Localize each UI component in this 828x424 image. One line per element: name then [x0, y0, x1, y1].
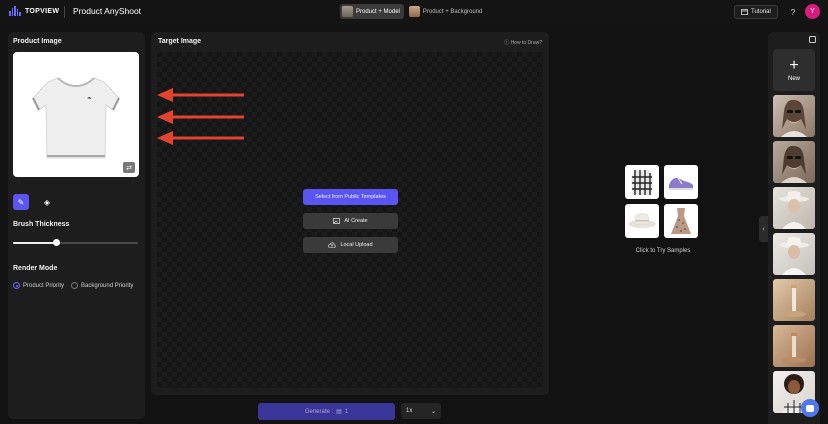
sneaker-thumbnail	[669, 177, 693, 190]
annotation-arrow-icon	[157, 110, 244, 124]
new-label: New	[787, 76, 800, 82]
info-icon: ⓘ	[504, 40, 510, 46]
tshirt-image	[32, 77, 120, 159]
collapse-sidebar-button[interactable]: ‹	[759, 216, 768, 242]
eraser-tool-button[interactable]: ◈	[39, 194, 55, 210]
history-thumbnail[interactable]	[773, 187, 815, 229]
chevron-down-icon: ⌄	[430, 408, 436, 415]
history-thumbnail[interactable]	[773, 233, 815, 275]
radio-product-priority-label: Product Priority	[23, 282, 65, 289]
select-checkbox-icon[interactable]	[809, 36, 816, 43]
sample-plaid-shirt[interactable]	[625, 165, 659, 199]
swap-image-button[interactable]: ⇄	[123, 162, 135, 173]
eraser-icon: ◈	[43, 197, 51, 207]
samples-section: Click to Try Samples	[625, 165, 698, 254]
plus-icon: +	[789, 57, 799, 74]
model-hat-image	[779, 237, 809, 275]
radio-background-priority[interactable]: Background Priority	[71, 282, 133, 289]
avatar[interactable]: Y	[805, 4, 820, 19]
tab-product-model-label: Product + Model	[356, 8, 400, 15]
product-image[interactable]: ⇄	[13, 52, 139, 177]
logo-bars-icon	[9, 6, 21, 16]
model-sunglasses-image	[781, 99, 807, 137]
history-thumbnail[interactable]	[773, 325, 815, 367]
brush-icon: ✎	[17, 197, 25, 207]
chevron-left-icon: ‹	[762, 225, 765, 233]
quantity-value: 1x	[406, 408, 413, 414]
app-title: Product AnyShoot	[73, 6, 142, 16]
history-thumbnail[interactable]	[773, 141, 815, 183]
radio-selected-icon	[13, 282, 20, 289]
model-thumbnail	[342, 6, 353, 17]
dress-thumbnail	[671, 208, 691, 234]
cloud-upload-icon	[328, 242, 337, 248]
slider-fill	[13, 242, 57, 244]
select-templates-label: Select from Public Templates	[315, 194, 386, 200]
top-bar: TOPVIEW Product AnyShoot Product + Model…	[0, 0, 828, 24]
image-sparkle-icon	[333, 218, 341, 224]
topview-logo[interactable]: TOPVIEW	[9, 6, 59, 16]
model-hat-image	[779, 191, 809, 229]
quantity-select[interactable]: 1x ⌄	[401, 403, 441, 419]
generate-label: Generate :	[304, 408, 334, 415]
hat-thumbnail	[628, 213, 656, 228]
chat-support-button[interactable]	[801, 399, 819, 417]
tutorial-button[interactable]: Tutorial	[734, 5, 778, 19]
tab-product-background-label: Product + Background	[422, 8, 483, 15]
product-bottle-image	[782, 285, 806, 317]
swap-icon: ⇄	[126, 164, 132, 172]
product-bottle-image	[782, 333, 806, 363]
radio-unselected-icon	[71, 282, 79, 289]
history-thumbnail[interactable]	[773, 279, 815, 321]
tutorial-label: Tutorial	[751, 9, 771, 15]
slider-handle[interactable]	[53, 239, 61, 246]
generate-cost: 1	[344, 408, 349, 415]
annotation-arrow-icon	[157, 88, 244, 102]
help-button[interactable]: ?	[786, 5, 800, 19]
radio-product-priority[interactable]: Product Priority	[13, 282, 64, 289]
samples-label: Click to Try Samples	[635, 248, 691, 254]
brush-thickness-slider[interactable]	[13, 239, 138, 246]
local-upload-label: Local Upload	[340, 242, 373, 248]
render-mode-label: Render Mode	[13, 265, 58, 272]
ai-create-button[interactable]: AI Create	[303, 213, 398, 229]
new-button[interactable]: + New	[773, 49, 815, 91]
how-to-draw-label: How to Draw?	[510, 40, 542, 46]
select-templates-button[interactable]: Select from Public Templates	[303, 189, 398, 205]
product-image-heading: Product Image	[13, 38, 62, 45]
render-mode-options: Product Priority Background Priority	[13, 282, 137, 289]
tutorial-icon	[741, 9, 748, 15]
background-thumbnail	[408, 6, 420, 17]
mode-switch: Product + Model Product + Background	[340, 4, 486, 19]
generate-button[interactable]: Generate : ▤ 1	[258, 403, 395, 420]
plaid-shirt-thumbnail	[631, 170, 653, 195]
left-panel: Product Image ⇄ ✎ ◈ Brush Thickness Rend…	[8, 32, 145, 419]
brush-thickness-label: Brush Thickness	[13, 221, 70, 228]
header-divider	[64, 6, 65, 18]
brand-name: TOPVIEW	[24, 7, 60, 15]
history-thumbnail[interactable]	[773, 95, 815, 137]
local-upload-button[interactable]: Local Upload	[303, 237, 398, 253]
history-sidebar: + New	[768, 32, 820, 424]
history-list	[773, 95, 815, 417]
ai-create-label: AI Create	[344, 218, 368, 224]
annotation-arrow-icon	[157, 131, 244, 145]
brush-tool-button[interactable]: ✎	[13, 194, 29, 210]
chat-icon	[806, 404, 814, 412]
sample-hat[interactable]	[625, 204, 659, 238]
tab-product-background[interactable]: Product + Background	[407, 4, 487, 19]
target-image-heading: Target Image	[158, 38, 202, 45]
radio-background-priority-label: Background Priority	[81, 282, 134, 289]
model-sunglasses-image	[781, 145, 807, 183]
sample-sneaker[interactable]	[664, 165, 698, 199]
tab-product-model[interactable]: Product + Model	[340, 4, 404, 19]
credit-icon: ▤	[336, 409, 342, 415]
sample-dress[interactable]	[664, 204, 698, 238]
how-to-draw-link[interactable]: ⓘ How to Draw?	[504, 39, 542, 46]
